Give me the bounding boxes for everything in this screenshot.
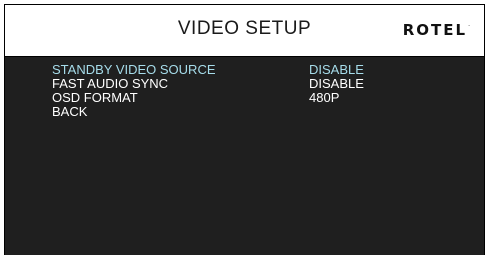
video-setup-menu: STANDBY VIDEO SOURCE DISABLE FAST AUDIO … [5,57,484,255]
menu-item-label: FAST AUDIO SYNC [52,76,169,91]
menu-item-value: DISABLE [309,62,364,77]
menu-item-standby-video-source[interactable]: STANDBY VIDEO SOURCE DISABLE [5,63,484,77]
menu-item-label: OSD FORMAT [52,90,138,105]
brand-mark: . [468,21,470,28]
osd-screen: VIDEO SETUP ROTEL. STANDBY VIDEO SOURCE … [4,4,485,255]
osd-header: VIDEO SETUP ROTEL. [5,5,484,57]
brand-name: ROTEL [402,21,468,39]
menu-item-label: BACK [52,104,88,119]
menu-item-value: DISABLE [309,76,364,91]
menu-item-fast-audio-sync[interactable]: FAST AUDIO SYNC DISABLE [5,77,484,91]
menu-item-osd-format[interactable]: OSD FORMAT 480P [5,91,484,105]
menu-item-label: STANDBY VIDEO SOURCE [52,62,216,77]
menu-item-value: 480P [309,90,340,105]
rotel-logo: ROTEL. [403,21,470,39]
menu-item-back[interactable]: BACK [5,105,484,119]
